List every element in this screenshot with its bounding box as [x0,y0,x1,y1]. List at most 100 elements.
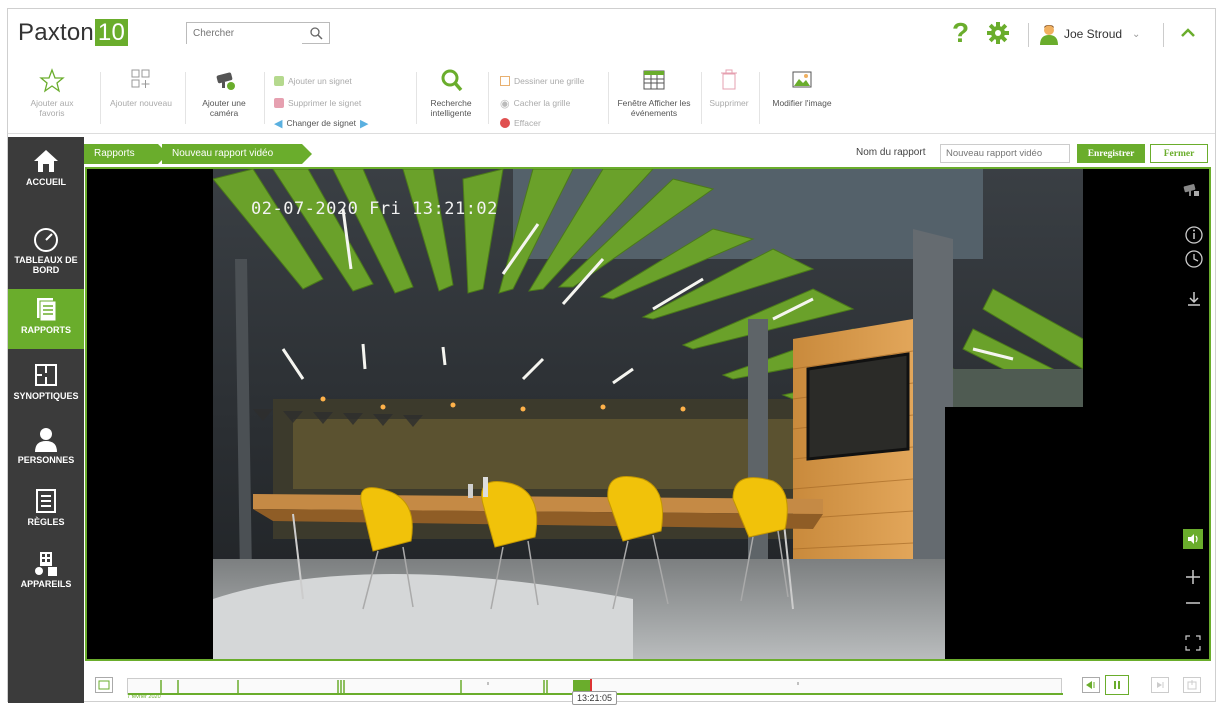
chevron-up-icon[interactable] [1178,23,1198,43]
eye-icon: ◉ [500,97,510,110]
timeline-start-date: 7 février 2020 [127,694,161,700]
hide-grid-button[interactable]: ◉ Cacher la grille [500,96,570,110]
reports-icon [37,298,57,322]
search-box[interactable] [186,22,330,44]
gear-icon[interactable] [986,21,1010,45]
bookmark-remove-icon [274,98,284,108]
avatar-icon [1040,25,1058,45]
breadcrumb-current: Nouveau rapport vidéo [162,144,302,164]
camera-icon [216,72,235,90]
search-input[interactable] [187,23,302,44]
add-favorite-button[interactable]: Ajouter aux favoris [22,66,82,118]
report-name-input[interactable] [940,144,1070,163]
arrow-left-icon[interactable]: ◀ [274,117,282,130]
report-name-label: Nom du rapport [856,147,926,158]
grid-draw-icon [500,76,510,86]
download-icon[interactable] [1184,289,1204,309]
logo-badge: 10 [94,19,129,46]
arrow-right-icon[interactable]: ▶ [360,117,368,130]
close-button[interactable]: Fermer [1150,144,1208,163]
speaker-icon [1188,534,1198,544]
rewind-icon [1086,681,1095,689]
divider [1163,23,1164,47]
camera-select-icon[interactable] [1181,179,1201,199]
timeline-calendar-button[interactable] [95,677,113,693]
image-edit-icon [792,71,812,88]
divider [608,72,609,124]
calendar-icon [98,680,110,690]
nav-item-appareils[interactable]: APPAREILS [8,543,84,605]
timeline-bar: 7 février 2020 13:21:05 [85,664,1211,705]
search-icon [441,69,463,92]
user-menu[interactable]: Joe Stroud ⌄ [1038,21,1140,47]
events-window-button[interactable]: Fenêtre Afficher les événements [614,66,694,118]
step-forward-button[interactable] [1151,677,1169,693]
pause-button[interactable] [1105,675,1129,695]
video-scene-image [213,169,1083,659]
person-icon [35,428,57,452]
info-icon[interactable] [1184,225,1204,245]
divider [185,72,186,124]
divider [759,72,760,124]
top-bar: Paxton10 ? Joe Stroud ⌄ [8,9,1215,61]
erase-button[interactable]: Effacer [500,116,541,130]
events-table-icon [643,70,665,90]
breadcrumb-arrow [302,144,312,164]
zoom-in-icon[interactable] [1183,567,1203,587]
export-icon [1187,680,1197,690]
remove-bookmark-button[interactable]: Supprimer le signet [274,96,361,110]
nav-item-reports[interactable]: RAPPORTS [8,289,84,349]
nav-item-dashboards[interactable]: TABLEAUX DE BORD [8,219,84,281]
divider [100,72,101,124]
app-window: Paxton10 ? Joe Stroud ⌄ [7,8,1216,705]
chevron-down-icon[interactable]: ⌄ [1132,29,1140,40]
nav-item-regles[interactable]: RÈGLES [8,481,84,543]
change-bookmark-control[interactable]: ◀ Changer de signet ▶ [274,116,368,130]
divider [264,72,265,124]
divider [416,72,417,124]
video-timestamp: 02-07-2020 Fri 13:21:02 [251,199,498,219]
paxton-logo: Paxton 10 [18,19,129,47]
fullscreen-icon[interactable] [1183,633,1203,653]
breadcrumb-rapports[interactable]: Rapports [84,144,158,164]
help-icon[interactable]: ? [952,19,969,47]
zoom-out-icon[interactable] [1183,593,1203,613]
star-icon [39,68,65,93]
export-button[interactable] [1183,677,1201,693]
erase-icon [500,118,510,128]
user-name: Joe Stroud [1064,27,1123,41]
add-bookmark-button[interactable]: Ajouter un signet [274,74,352,88]
edit-image-button[interactable]: Modifier l'image [764,66,840,108]
clock-icon[interactable] [1184,249,1204,269]
divider [701,72,702,124]
rules-list-icon [36,489,56,513]
dashboard-gauge-icon [34,228,58,252]
video-viewer: 02-07-2020 Fri 13:21:02 [85,167,1211,661]
left-navigation: ACCUEIL TABLEAUX DE BORD RAPPORTS SYNOPT… [8,137,84,703]
smart-search-button[interactable]: Recherche intelligente [423,66,479,118]
add-tile-icon [131,69,150,88]
save-button[interactable]: Enregistrer [1077,144,1145,163]
divider [488,72,489,124]
divider [1028,23,1029,47]
devices-icon [35,552,57,576]
ribbon-toolbar: Ajouter aux favoris Ajouter nouveau Ajou… [8,64,1215,134]
audio-toggle-button[interactable] [1183,529,1203,549]
logo-text: Paxton [18,19,94,46]
timeline-current-time: 13:21:05 [572,691,618,705]
nav-item-accueil[interactable]: ACCUEIL [8,141,84,203]
video-frame[interactable]: 02-07-2020 Fri 13:21:02 [213,169,1083,659]
floorplan-icon [35,364,57,386]
delete-button[interactable]: Supprimer [706,66,752,108]
bookmark-add-icon [274,76,284,86]
home-icon [34,150,58,172]
trash-icon [721,69,737,90]
add-new-button[interactable]: Ajouter nouveau [104,66,178,108]
rewind-button[interactable] [1082,677,1100,693]
search-icon[interactable] [309,26,323,40]
add-camera-button[interactable]: Ajouter une caméra [194,66,254,118]
nav-item-personnes[interactable]: PERSONNES [8,419,84,481]
breadcrumb: Rapports Nouveau rapport vidéo Nom du ra… [84,142,1214,164]
nav-item-synoptiques[interactable]: SYNOPTIQUES [8,355,84,417]
draw-grid-button[interactable]: Dessiner une grille [500,74,584,88]
